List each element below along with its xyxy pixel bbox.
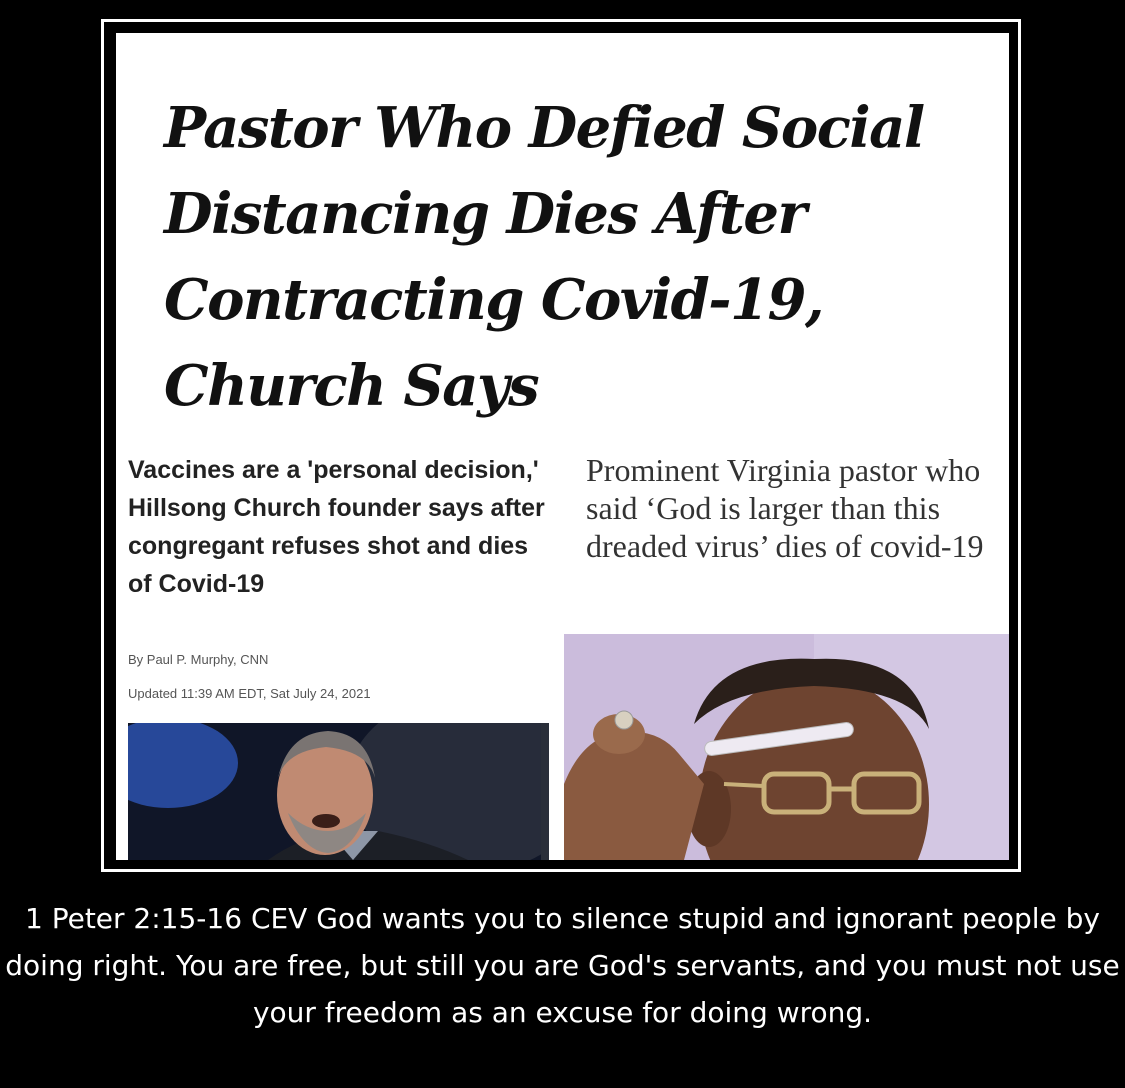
cnn-timestamp: Updated 11:39 AM EDT, Sat July 24, 2021 [128, 686, 371, 701]
news-collage-panel: Pastor Who Defied Social Distancing Dies… [116, 33, 1009, 860]
cnn-headline: Vaccines are a 'personal decision,' Hill… [128, 456, 545, 598]
hillsong-founder-photo [128, 723, 549, 860]
scripture-caption: 1 Peter 2:15-16 CEV God wants you to sil… [5, 902, 1120, 1029]
virginia-pastor-photo [564, 634, 1009, 860]
nyt-headline: Pastor Who Defied Social Distancing Dies… [164, 95, 925, 419]
wapo-headline: Prominent Virginia pastor who said ‘God … [586, 452, 984, 564]
cnn-byline: By Paul P. Murphy, CNN [128, 652, 269, 667]
cnn-article: Vaccines are a 'personal decision,' Hill… [128, 451, 558, 603]
